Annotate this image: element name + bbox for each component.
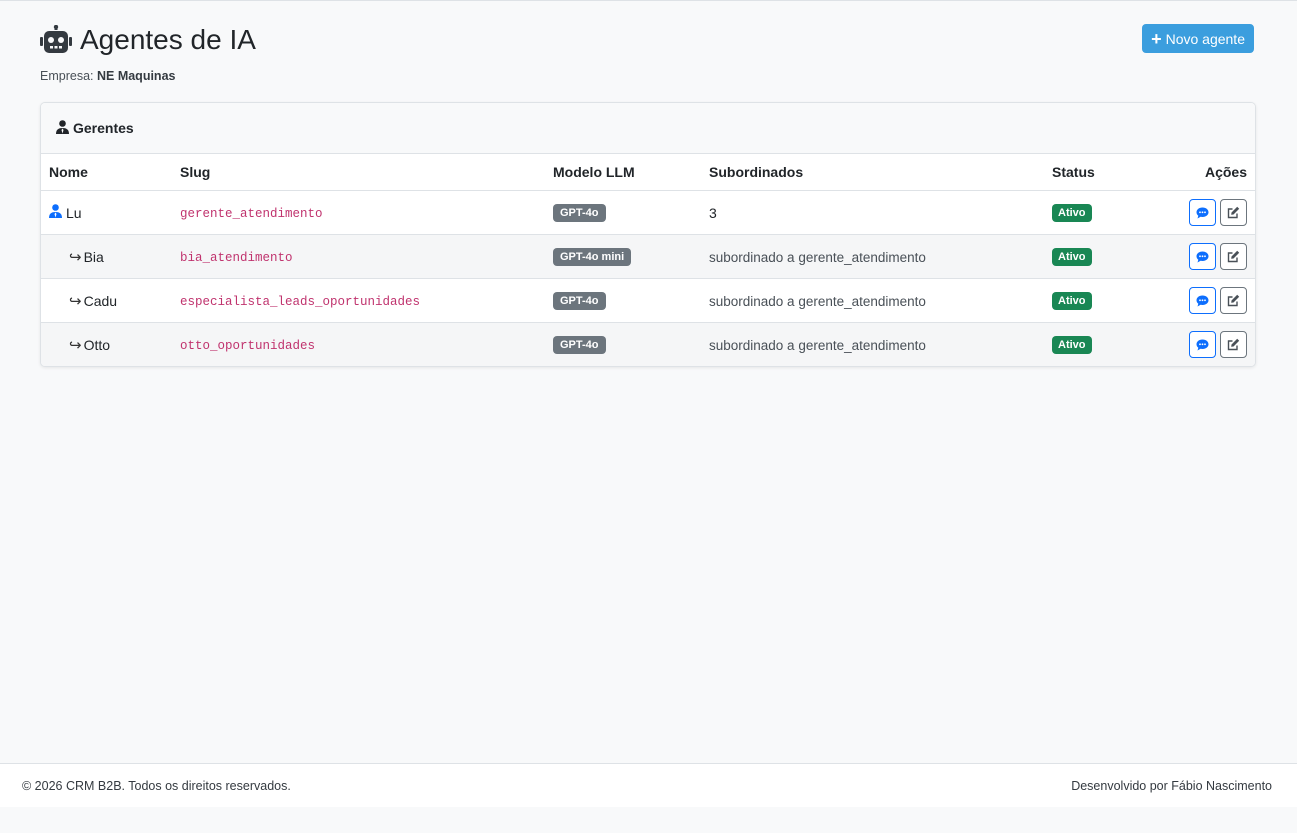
agent-name: Bia: [83, 248, 104, 265]
column-header-actions: Ações: [1150, 154, 1255, 191]
company-name: NE Maquinas: [96, 69, 176, 83]
user-tie-icon: [49, 204, 62, 221]
column-header-status[interactable]: Status: [1044, 154, 1150, 191]
new-agent-button[interactable]: + Novo agente: [1142, 24, 1254, 53]
subordinate-of-text: subordinado a gerente_atendimento: [709, 293, 926, 309]
table-row[interactable]: ↪ Bia bia_atendimento GPT-4o mini subord…: [41, 234, 1255, 279]
agent-name-cell: Lu: [49, 204, 164, 221]
status-badge: Ativo: [1052, 336, 1092, 354]
page-content: Agentes de IA + Novo agente Empresa: NE …: [40, 1, 1256, 367]
status-badge: Ativo: [1052, 204, 1092, 222]
agent-name: Lu: [66, 204, 82, 221]
model-badge: GPT-4o: [553, 292, 606, 310]
agent-slug: otto_oportunidades: [180, 339, 316, 353]
chat-button[interactable]: [1189, 331, 1216, 358]
card-header: Gerentes: [41, 103, 1255, 154]
subordinate-of-text: subordinado a gerente_atendimento: [709, 249, 926, 265]
arrow-return-right-icon: ↪: [69, 292, 82, 310]
chat-icon: [1196, 295, 1209, 306]
footer-copyright: © 2026 CRM B2B. Todos os direitos reserv…: [22, 778, 291, 793]
agent-name-cell: ↪ Bia: [49, 248, 164, 266]
page-title-text: Agentes de IA: [80, 24, 256, 55]
chat-button[interactable]: [1189, 199, 1216, 226]
agent-name-cell: ↪ Otto: [49, 336, 164, 354]
edit-icon: [1227, 206, 1240, 219]
agents-table: Nome Slug Modelo LLM Subordinados Status…: [41, 154, 1255, 366]
page-footer: © 2026 CRM B2B. Todos os direitos reserv…: [0, 763, 1297, 807]
edit-icon: [1227, 338, 1240, 351]
table-row[interactable]: ↪ Cadu especialista_leads_oportunidades …: [41, 278, 1255, 323]
agent-name-cell: ↪ Cadu: [49, 292, 164, 310]
user-tie-icon: [56, 119, 69, 137]
column-header-model[interactable]: Modelo LLM: [545, 154, 701, 191]
column-header-name[interactable]: Nome: [41, 154, 172, 191]
agent-slug: gerente_atendimento: [180, 207, 323, 221]
model-badge: GPT-4o: [553, 204, 606, 222]
table-row[interactable]: Lu gerente_atendimento GPT-4o 3 Ativo: [41, 190, 1255, 235]
edit-button[interactable]: [1220, 331, 1247, 358]
chat-icon: [1196, 251, 1209, 262]
plus-icon: +: [1151, 28, 1162, 49]
chat-icon: [1196, 339, 1209, 350]
robot-icon: [40, 24, 72, 55]
column-header-subordinates[interactable]: Subordinados: [701, 154, 1044, 191]
edit-button[interactable]: [1220, 287, 1247, 314]
page-title: Agentes de IA: [40, 24, 256, 56]
subordinates-count: 3: [709, 204, 717, 221]
status-badge: Ativo: [1052, 248, 1092, 266]
chat-button[interactable]: [1189, 287, 1216, 314]
chat-button[interactable]: [1189, 243, 1216, 270]
model-badge: GPT-4o: [553, 336, 606, 354]
new-agent-button-label: Novo agente: [1165, 30, 1245, 47]
edit-icon: [1227, 250, 1240, 263]
company-label: Empresa:: [40, 69, 94, 83]
model-badge: GPT-4o mini: [553, 248, 632, 266]
edit-button[interactable]: [1220, 199, 1247, 226]
chat-icon: [1196, 207, 1209, 218]
table-header-row: Nome Slug Modelo LLM Subordinados Status…: [41, 154, 1255, 191]
card-title: Gerentes: [73, 120, 134, 136]
agent-name: Cadu: [83, 292, 118, 309]
page-header: Agentes de IA + Novo agente Empresa: NE …: [40, 1, 1254, 83]
agent-slug: bia_atendimento: [180, 251, 293, 265]
footer-developer: Desenvolvido por Fábio Nascimento: [1071, 778, 1272, 793]
edit-button[interactable]: [1220, 243, 1247, 270]
column-header-slug[interactable]: Slug: [172, 154, 545, 191]
arrow-return-right-icon: ↪: [69, 336, 82, 354]
company-info: Empresa: NE Maquinas: [40, 69, 175, 83]
edit-icon: [1227, 294, 1240, 307]
managers-card: Gerentes Nome Slug Modelo LLM Subordinad…: [40, 102, 1256, 367]
agent-slug: especialista_leads_oportunidades: [180, 295, 421, 309]
arrow-return-right-icon: ↪: [69, 248, 82, 266]
table-row[interactable]: ↪ Otto otto_oportunidades GPT-4o subordi…: [41, 322, 1255, 366]
status-badge: Ativo: [1052, 292, 1092, 310]
subordinate-of-text: subordinado a gerente_atendimento: [709, 337, 926, 353]
agent-name: Otto: [83, 336, 111, 353]
